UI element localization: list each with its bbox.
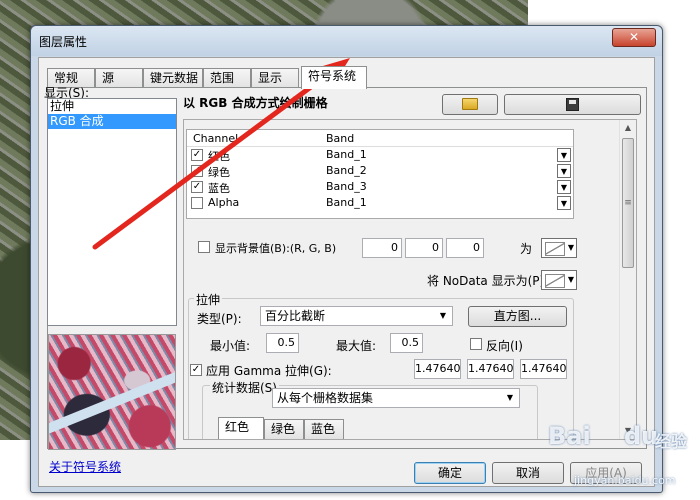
- invert-checkbox[interactable]: [470, 338, 482, 350]
- save-button[interactable]: [504, 94, 641, 115]
- band-select[interactable]: Band_1: [326, 148, 367, 161]
- stretch-group-label: 拉伸: [194, 291, 223, 308]
- invert-label: 反向(I): [486, 339, 523, 353]
- subtab-green[interactable]: 绿色: [264, 419, 304, 439]
- scroll-thumb[interactable]: ≡: [622, 138, 634, 268]
- blue-checkbox[interactable]: ✓: [191, 181, 203, 193]
- subtab-red[interactable]: 红色: [218, 417, 264, 439]
- about-symbology-link[interactable]: 关于符号系统: [49, 458, 121, 475]
- band-select[interactable]: Band_3: [326, 180, 367, 193]
- tab-source[interactable]: 源: [95, 68, 143, 88]
- header-band: Band: [326, 132, 355, 145]
- gamma-g-input[interactable]: 1.47640: [467, 359, 514, 379]
- type-label: 类型(P):: [197, 312, 242, 326]
- title-bar[interactable]: 图层属性 ✕: [31, 26, 662, 56]
- channel-name: 绿色: [208, 166, 230, 179]
- chevron-down-icon[interactable]: ▼: [436, 309, 450, 323]
- nodata-color-picker[interactable]: ▼: [541, 270, 577, 290]
- preview-image: [48, 334, 176, 450]
- renderer-heading: 以 RGB 合成方式绘制栅格: [183, 96, 328, 110]
- as-label: 为: [520, 242, 533, 256]
- subtab-blue[interactable]: 蓝色: [304, 419, 344, 439]
- min-input[interactable]: 0.5: [266, 333, 299, 353]
- statistics-source-select[interactable]: 从每个栅格数据集 ▼: [272, 388, 520, 408]
- background-checkbox[interactable]: [198, 241, 210, 253]
- gamma-label: 应用 Gamma 拉伸(G):: [206, 364, 332, 378]
- close-button[interactable]: ✕: [612, 28, 656, 47]
- ok-button[interactable]: 确定: [414, 462, 486, 484]
- table-row: ✓ 绿色 Band_2 ▼: [187, 163, 573, 179]
- renderer-list: 拉伸 RGB 合成: [47, 98, 177, 326]
- symbology-scroll-area[interactable]: Channel Band ✓ 红色 Band_1 ▼ ✓ 绿色 Band_2 ▼…: [183, 119, 637, 440]
- table-row: ✓ 蓝色 Band_3 ▼: [187, 179, 573, 195]
- channel-name: 红色: [208, 150, 230, 163]
- background-color-picker[interactable]: ▼: [541, 238, 577, 258]
- max-input[interactable]: 0.5: [390, 333, 423, 353]
- background-g-input[interactable]: 0: [405, 238, 443, 258]
- list-item-rgb-composite[interactable]: RGB 合成: [48, 114, 176, 129]
- background-b-input[interactable]: 0: [446, 238, 484, 258]
- watermark-url: jingyan.baidu.com: [574, 474, 676, 487]
- table-row: Alpha Band_1 ▼: [187, 195, 573, 211]
- gamma-r-input[interactable]: 1.47640: [414, 359, 461, 379]
- channel-band-table: Channel Band ✓ 红色 Band_1 ▼ ✓ 绿色 Band_2 ▼…: [186, 129, 574, 219]
- channel-name: Alpha: [208, 196, 240, 209]
- band-select[interactable]: Band_1: [326, 196, 367, 209]
- list-item-stretch[interactable]: 拉伸: [48, 99, 176, 114]
- vertical-scrollbar[interactable]: ▲ ≡ ▼: [619, 120, 636, 439]
- stretch-type-select[interactable]: 百分比截断 ▼: [260, 306, 453, 326]
- green-checkbox[interactable]: ✓: [191, 165, 203, 177]
- header-channel: Channel: [193, 132, 239, 145]
- window-title: 图层属性: [39, 35, 88, 49]
- table-row: ✓ 红色 Band_1 ▼: [187, 147, 573, 163]
- red-checkbox[interactable]: ✓: [191, 149, 203, 161]
- open-folder-icon: [462, 98, 478, 110]
- alpha-checkbox[interactable]: [191, 197, 203, 209]
- tab-display[interactable]: 显示: [251, 68, 299, 88]
- background-r-input[interactable]: 0: [362, 238, 402, 258]
- gamma-b-input[interactable]: 1.47640: [520, 359, 567, 379]
- nodata-label: 将 NoData 显示为(P): [427, 274, 545, 288]
- gamma-checkbox[interactable]: ✓: [190, 364, 202, 376]
- watermark-text-du: du: [624, 422, 659, 450]
- baidu-watermark: Bai du 经验 jingyan.baidu.com: [540, 420, 700, 500]
- background-label: 显示背景值(B):(R, G, B): [215, 242, 337, 255]
- chevron-down-icon[interactable]: ▼: [557, 180, 571, 194]
- histogram-button[interactable]: 直方图...: [468, 306, 567, 327]
- chevron-down-icon[interactable]: ▼: [557, 164, 571, 178]
- scroll-up-icon[interactable]: ▲: [620, 120, 636, 136]
- preview-river: [49, 365, 175, 435]
- chevron-down-icon[interactable]: ▼: [557, 148, 571, 162]
- band-select[interactable]: Band_2: [326, 164, 367, 177]
- table-header: Channel Band: [187, 130, 573, 147]
- chevron-down-icon[interactable]: ▼: [503, 391, 517, 405]
- channel-name: 蓝色: [208, 182, 230, 195]
- open-button[interactable]: [442, 94, 498, 115]
- tab-key-metadata[interactable]: 键元数据: [143, 68, 203, 88]
- chevron-down-icon[interactable]: ▼: [557, 196, 571, 210]
- min-label: 最小值:: [210, 339, 251, 353]
- tab-extent[interactable]: 范围: [203, 68, 251, 88]
- stretch-type-value: 百分比截断: [265, 309, 326, 323]
- max-label: 最大值:: [336, 339, 377, 353]
- statistics-label: 统计数据(S): [210, 379, 279, 396]
- tab-symbology[interactable]: 符号系统: [301, 66, 367, 89]
- save-disk-icon: [566, 98, 579, 111]
- watermark-text-bai: Bai: [548, 422, 591, 450]
- watermark-text-jingyan: 经验: [655, 432, 688, 451]
- statistics-source-value: 从每个栅格数据集: [277, 391, 374, 405]
